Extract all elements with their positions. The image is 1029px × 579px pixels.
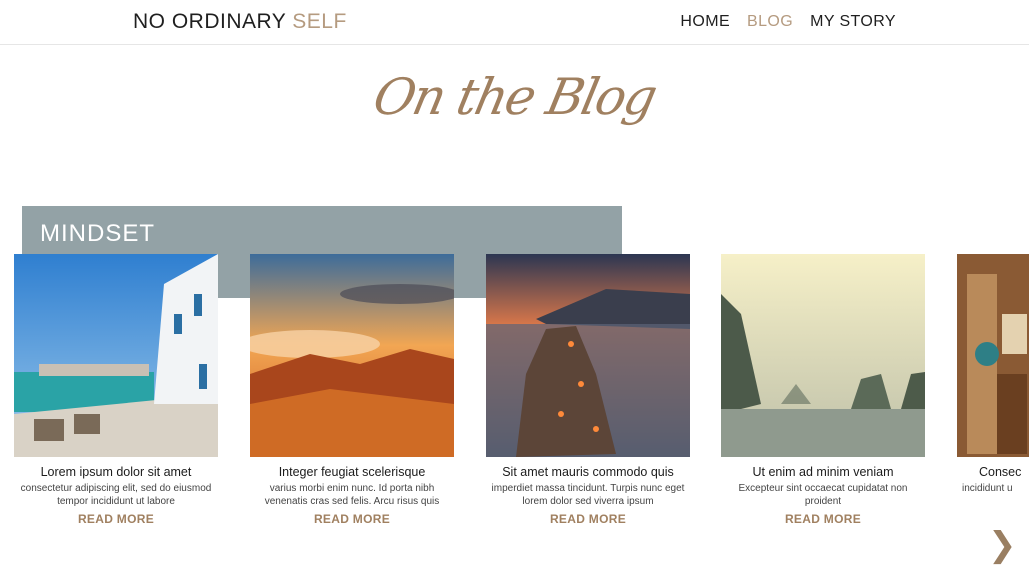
blog-card[interactable]: Sit amet mauris commodo quis imperdiet m… xyxy=(486,254,690,526)
post-image[interactable] xyxy=(721,254,925,457)
post-excerpt: incididunt u xyxy=(962,483,1013,494)
nav-home[interactable]: HOME xyxy=(680,13,730,31)
post-title[interactable]: Sit amet mauris commodo quis xyxy=(486,465,690,479)
post-image[interactable] xyxy=(250,254,454,457)
brand-accent: SELF xyxy=(292,10,347,33)
site-logo[interactable]: NO ORDINARY SELF xyxy=(133,10,347,34)
nav-my-story[interactable]: MY STORY xyxy=(810,13,896,31)
post-image[interactable] xyxy=(957,254,1029,457)
read-more-link[interactable]: READ MORE xyxy=(486,512,690,526)
post-title[interactable]: Ut enim ad minim veniam xyxy=(721,465,925,479)
read-more-link[interactable]: READ MORE xyxy=(250,512,454,526)
post-image[interactable] xyxy=(486,254,690,457)
nav-blog[interactable]: BLOG xyxy=(747,13,793,31)
category-label[interactable]: MINDSET xyxy=(40,220,155,248)
blog-card[interactable]: Integer feugiat scelerisque varius morbi… xyxy=(250,254,454,526)
section-title: On the Blog xyxy=(368,68,661,126)
post-title[interactable]: Consec xyxy=(957,465,1029,479)
post-image[interactable] xyxy=(14,254,218,457)
post-excerpt: imperdiet massa tincidunt. Turpis nunc e… xyxy=(491,483,685,507)
brand-main: NO ORDINARY xyxy=(133,10,286,33)
post-title[interactable]: Integer feugiat scelerisque xyxy=(250,465,454,479)
blog-card[interactable]: Lorem ipsum dolor sit amet consectetur a… xyxy=(14,254,218,526)
read-more-link[interactable]: READ MORE xyxy=(721,512,925,526)
post-excerpt: consectetur adipiscing elit, sed do eius… xyxy=(20,483,212,507)
main-nav: HOME BLOG MY STORY xyxy=(680,13,896,31)
read-more-link[interactable]: READ MORE xyxy=(14,512,218,526)
blog-card[interactable]: Consec incididunt u xyxy=(957,254,1029,496)
post-excerpt: Excepteur sint occaecat cupidatat non pr… xyxy=(738,483,908,507)
top-navigation-bar: NO ORDINARY SELF HOME BLOG MY STORY xyxy=(0,0,1029,45)
post-title[interactable]: Lorem ipsum dolor sit amet xyxy=(14,465,218,479)
blog-card[interactable]: Ut enim ad minim veniam Excepteur sint o… xyxy=(721,254,925,526)
carousel-next-icon[interactable]: ❯ xyxy=(988,528,1017,562)
post-excerpt: varius morbi enim nunc. Id porta nibh ve… xyxy=(264,483,440,507)
